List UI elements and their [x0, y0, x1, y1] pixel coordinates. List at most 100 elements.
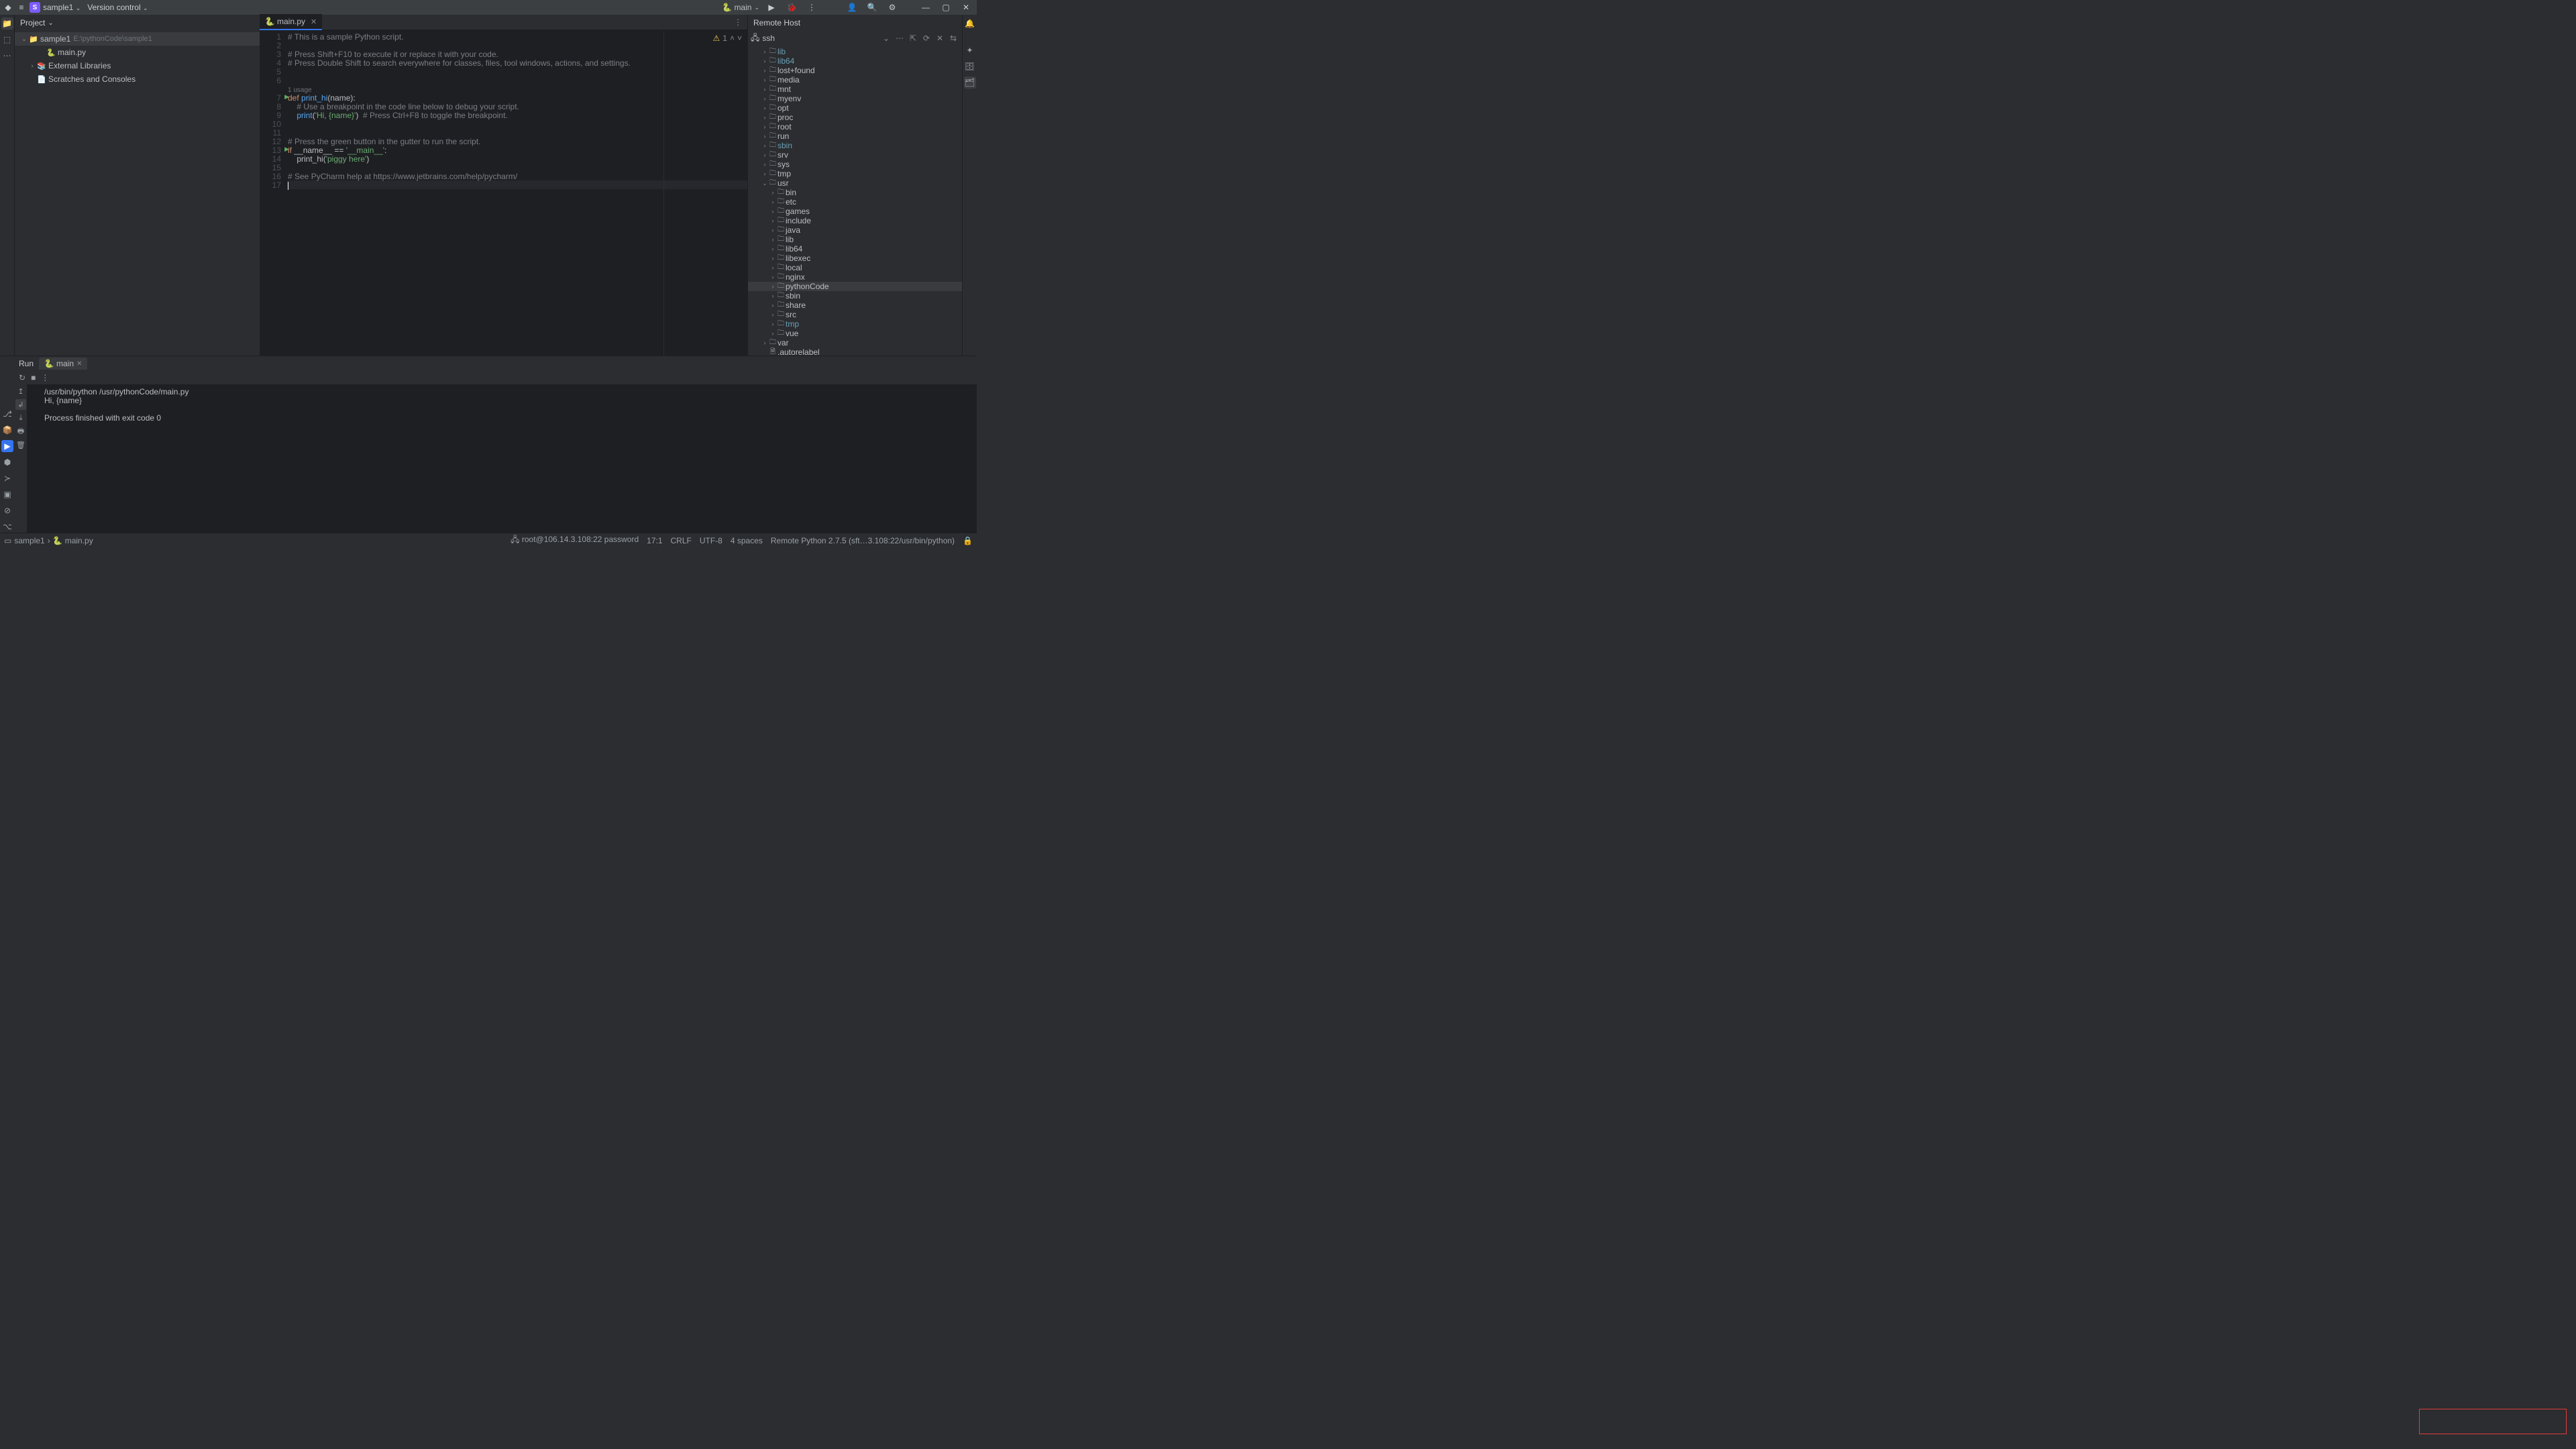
remote-tree-row[interactable]: ›🗀run: [748, 131, 962, 141]
problems-tool-icon[interactable]: ⊘: [1, 504, 13, 517]
vcs-menu[interactable]: Version control ⌄: [87, 3, 148, 12]
run-icon[interactable]: ▶: [766, 2, 777, 13]
editor-code[interactable]: ⚠1 ˄ ˅ # This is a sample Python script.…: [288, 31, 747, 356]
tree-row[interactable]: ›📚External Libraries: [15, 59, 260, 72]
remote-tree-row[interactable]: ›🗀lib64: [748, 56, 962, 66]
remote-host-panel: Remote Host 🖧ssh ⌄ ⋯ ⇱ ⟳ ✕ ⇆ ›🗀lib›🗀lib6…: [747, 15, 962, 356]
run-tab-label: main: [56, 359, 74, 368]
project-tool-icon[interactable]: 📁: [1, 17, 13, 30]
python-file-icon: 🐍: [265, 17, 274, 26]
tree-row[interactable]: 📄Scratches and Consoles: [15, 72, 260, 86]
tab-more-icon[interactable]: ⋮: [729, 17, 747, 27]
remote-synchronize-icon[interactable]: ⇆: [947, 32, 959, 44]
readonly-lock-icon[interactable]: 🔒: [963, 536, 973, 545]
interpreter-status[interactable]: Remote Python 2.7.5 (sft…3.108:22/usr/bi…: [771, 536, 955, 545]
file-encoding[interactable]: UTF-8: [700, 536, 722, 545]
run-config-selector[interactable]: 🐍main ⌄: [722, 3, 759, 12]
remote-dropdown-icon[interactable]: ⌄: [880, 32, 892, 44]
left-tool-stripe: 📁 ⬚ ⋯: [0, 15, 15, 356]
prev-highlight-icon[interactable]: ˄: [730, 34, 735, 43]
settings-icon[interactable]: ⚙: [887, 2, 898, 13]
search-icon[interactable]: 🔍: [867, 2, 877, 13]
run-more-icon[interactable]: ⋮: [41, 373, 49, 382]
remote-refresh-icon[interactable]: ⟳: [920, 32, 932, 44]
run-panel: ⎇ 📦 ▶ ⬢ ≻ ▣ ⊘ ⌥ Run 🐍 main ✕ ↻ ■ ⋮ ↥ ↲ ⤓: [0, 356, 977, 533]
more-tool-icon[interactable]: ⋯: [1, 50, 13, 62]
deployment-status[interactable]: 🖧 root@106.14.3.108:22 password: [511, 533, 639, 547]
run-label: Run: [19, 359, 34, 368]
editor-tab-bar: 🐍 main.py ✕ ⋮: [260, 15, 747, 31]
notifications-icon[interactable]: 🔔: [964, 17, 976, 30]
remote-host-tool-icon[interactable]: 🗂: [964, 76, 976, 89]
run-main: Run 🐍 main ✕ ↻ ■ ⋮ ↥ ↲ ⤓ 🖶 🗑 /usr/b: [15, 356, 977, 533]
more-actions-icon[interactable]: ⋮: [806, 2, 817, 13]
remote-tree-row[interactable]: ›🗀proc: [748, 113, 962, 122]
run-gutter: [27, 384, 39, 533]
remote-tree-row[interactable]: ›🗀lost+found: [748, 66, 962, 75]
remote-toolbar: 🖧ssh ⌄ ⋯ ⇱ ⟳ ✕ ⇆: [748, 31, 962, 46]
run-config-tab[interactable]: 🐍 main ✕: [39, 358, 87, 370]
services-tool-icon[interactable]: ⬢: [1, 456, 13, 468]
tab-close-icon[interactable]: ✕: [311, 17, 317, 26]
database-tool-icon[interactable]: 🗄: [964, 60, 976, 72]
close-icon[interactable]: ✕: [961, 2, 971, 13]
remote-tree-row[interactable]: ›🗀sys: [748, 160, 962, 169]
soft-wrap-icon[interactable]: ↲: [15, 399, 26, 410]
tree-root[interactable]: ⌄📁 sample1 E:\pythonCode\sample1: [15, 32, 260, 46]
remote-more-icon[interactable]: ⋯: [894, 32, 906, 44]
run-tool-icon[interactable]: ▶: [1, 440, 13, 452]
rerun-icon[interactable]: ↻: [19, 373, 25, 382]
remote-tree-row[interactable]: ›🗀lib: [748, 47, 962, 56]
stop-icon[interactable]: ■: [31, 373, 36, 382]
project-badge[interactable]: S: [30, 2, 40, 13]
project-tree[interactable]: ⌄📁 sample1 E:\pythonCode\sample1 🐍main.p…: [15, 31, 260, 356]
inspections-widget[interactable]: ⚠1 ˄ ˅: [713, 34, 742, 43]
remote-connection-selector[interactable]: 🖧ssh: [751, 32, 879, 46]
project-panel-header[interactable]: Project⌄: [15, 15, 260, 31]
vcs-tool-icon[interactable]: ⌥: [1, 521, 13, 533]
remote-tree-row[interactable]: ›🗀mnt: [748, 85, 962, 94]
structure-tool-icon[interactable]: ⬚: [1, 34, 13, 46]
remote-tree-row[interactable]: ›🗀sbin: [748, 141, 962, 150]
remote-tree[interactable]: ›🗀lib›🗀lib64›🗀lost+found›🗀media›🗀mnt›🗀my…: [748, 46, 962, 356]
python-packages-icon[interactable]: 📦: [1, 424, 13, 436]
navbar-breadcrumb[interactable]: ▭sample1› 🐍main.py: [4, 536, 93, 545]
restore-icon[interactable]: ▢: [941, 2, 951, 13]
indent-status[interactable]: 4 spaces: [731, 536, 763, 545]
project-name[interactable]: sample1 ⌄: [43, 3, 80, 12]
run-tab-close-icon[interactable]: ✕: [76, 360, 82, 368]
remote-tree-row[interactable]: 🗎.autorelabel: [748, 347, 962, 356]
remote-tree-row[interactable]: ›🗀myenv: [748, 94, 962, 103]
remote-tree-row[interactable]: ›🗀srv: [748, 150, 962, 160]
titlebar: ◆ ≡ S sample1 ⌄ Version control ⌄ 🐍main …: [0, 0, 977, 15]
editor-tab[interactable]: 🐍 main.py ✕: [260, 14, 322, 30]
code-with-me-icon[interactable]: 👤: [847, 2, 857, 13]
remote-tree-row[interactable]: ›🗀var: [748, 338, 962, 347]
line-separator[interactable]: CRLF: [671, 536, 692, 545]
remote-tree-row[interactable]: ›🗀vue: [748, 329, 962, 338]
up-stack-icon[interactable]: ↥: [15, 386, 26, 396]
editor-gutter[interactable]: 1234567891011121314151617: [260, 31, 288, 356]
git-tool-icon[interactable]: ⎇: [1, 408, 13, 420]
app-logo-icon[interactable]: ◆: [3, 2, 13, 13]
terminal-tool-icon[interactable]: ▣: [1, 488, 13, 500]
remote-tree-row[interactable]: ›🗀root: [748, 122, 962, 131]
print-icon[interactable]: 🖶: [15, 426, 26, 437]
remote-disconnect-icon[interactable]: ✕: [934, 32, 946, 44]
minimize-icon[interactable]: —: [920, 2, 931, 13]
remote-tree-row[interactable]: ›🗀opt: [748, 103, 962, 113]
remote-collapse-icon[interactable]: ⇱: [907, 32, 919, 44]
run-output[interactable]: /usr/bin/python /usr/pythonCode/main.pyH…: [39, 384, 977, 533]
remote-tree-row[interactable]: ›🗀media: [748, 75, 962, 85]
scroll-end-icon[interactable]: ⤓: [15, 413, 26, 423]
caret-position[interactable]: 17:1: [647, 536, 662, 545]
debug-icon[interactable]: 🐞: [786, 2, 797, 13]
python-console-icon[interactable]: ≻: [1, 472, 13, 484]
remote-tree-row[interactable]: ›🗀tmp: [748, 169, 962, 178]
tree-row[interactable]: 🐍main.py: [15, 46, 260, 59]
ai-assistant-icon[interactable]: ✦: [964, 44, 976, 56]
main-menu-icon[interactable]: ≡: [16, 2, 27, 13]
editor-body[interactable]: 1234567891011121314151617 ⚠1 ˄ ˅ # This …: [260, 31, 747, 356]
clear-icon[interactable]: 🗑: [15, 439, 26, 450]
next-highlight-icon[interactable]: ˅: [737, 34, 742, 43]
